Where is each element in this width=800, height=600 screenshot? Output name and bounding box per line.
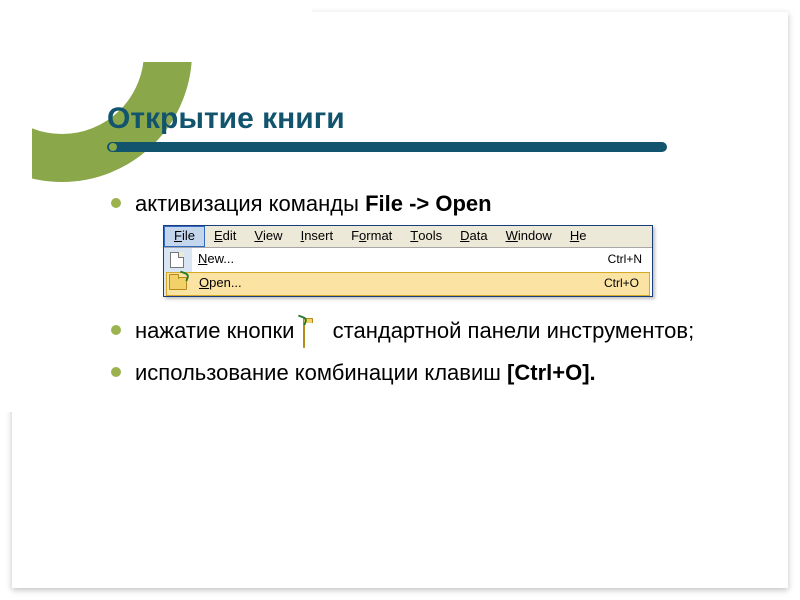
shortcut: Ctrl+O [604,276,639,292]
menu-edit[interactable]: Edit [205,226,245,247]
menu-item-new[interactable]: New... Ctrl+N [192,248,652,272]
bullet-1: активизация команды File -> Open File Ed… [107,190,748,297]
dropdown: New... Ctrl+N Open... Ctrl+O [164,248,652,296]
menu-window[interactable]: Window [497,226,561,247]
page-title: Открытие книги [107,102,748,136]
shortcut: Ctrl+N [608,252,642,268]
menu-file[interactable]: File [164,226,205,247]
menu-item-open[interactable]: Open... Ctrl+O [166,272,650,296]
menubar: File Edit View Insert Format Tools Data … [164,226,652,248]
menu-data[interactable]: Data [451,226,496,247]
content-area: Открытие книги активизация команды File … [107,102,748,402]
menu-format[interactable]: Format [342,226,401,247]
menu-tools[interactable]: Tools [401,226,451,247]
slide: Открытие книги активизация команды File … [12,12,788,588]
bullet-list: активизация команды File -> Open File Ed… [107,190,748,388]
menu-view[interactable]: View [245,226,291,247]
menu-insert[interactable]: Insert [292,226,343,247]
bullet-2: нажатие кнопки стандартной панели инстру… [107,317,748,346]
menu-help[interactable]: He [561,226,596,247]
title-underline [107,142,667,152]
menu-screenshot: File Edit View Insert Format Tools Data … [163,225,653,297]
new-doc-icon [168,251,186,269]
open-folder-icon [303,321,325,341]
bullet-3: использование комбинации клавиш [Ctrl+O]… [107,359,748,388]
open-folder-icon [169,275,187,293]
